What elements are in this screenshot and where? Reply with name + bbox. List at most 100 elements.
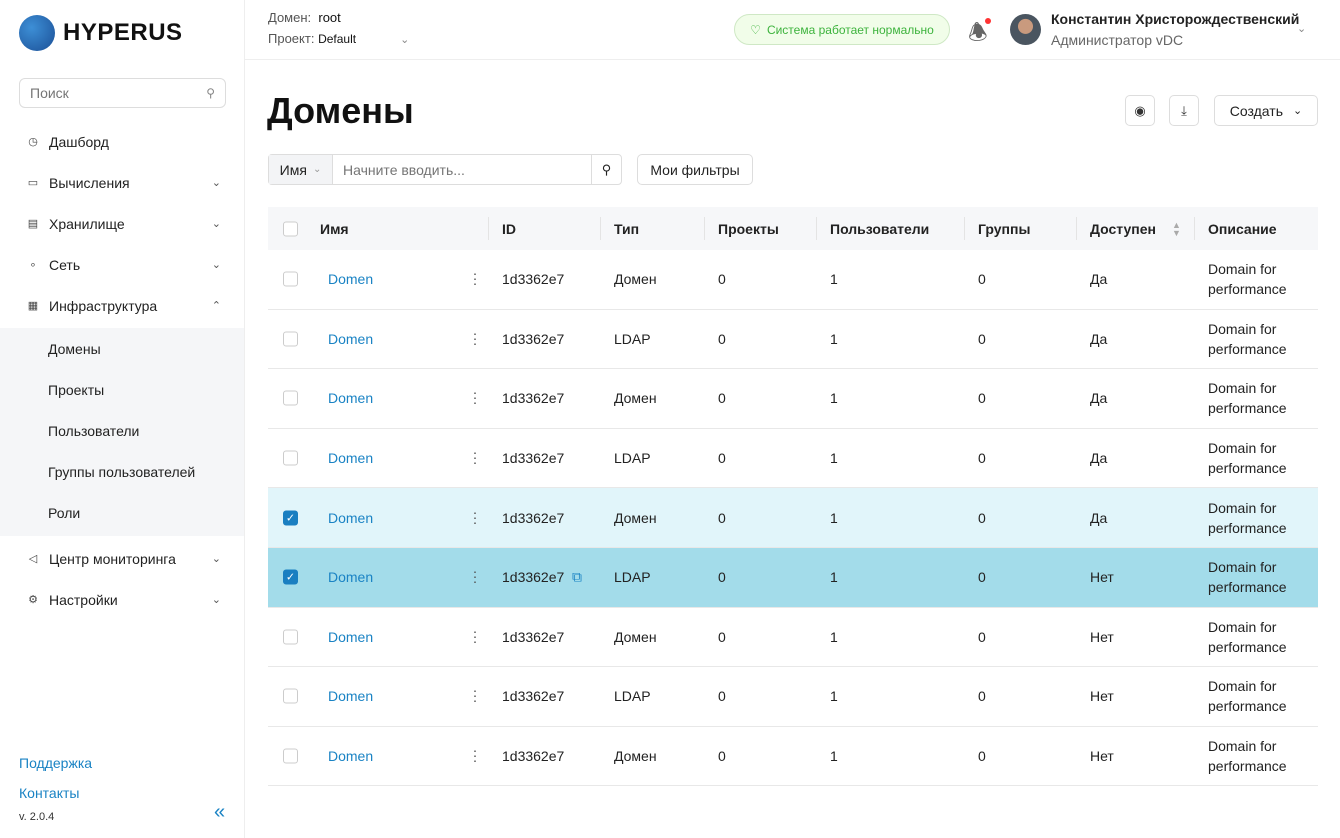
- description-line: performance: [1208, 460, 1287, 477]
- column-divider: [600, 217, 601, 240]
- row-checkbox[interactable]: ✓: [283, 569, 298, 585]
- description-line: performance: [1208, 400, 1287, 417]
- projects-cell: 0: [718, 450, 726, 467]
- filter-search-button[interactable]: ⚲: [592, 155, 621, 184]
- row-checkbox[interactable]: [283, 390, 298, 406]
- filter-input[interactable]: [333, 155, 592, 184]
- column-divider: [816, 217, 817, 240]
- sidebar-item[interactable]: ∘ Сеть ⌄: [0, 244, 245, 285]
- column-header: Тип: [614, 220, 640, 237]
- table-row[interactable]: Domen ⋮ 1d3362e7 Домен 0 1 0 Нет Domain …: [268, 608, 1318, 668]
- sidebar-subitem[interactable]: Пользователи: [0, 410, 244, 451]
- more-actions-icon[interactable]: ⋮: [468, 688, 482, 705]
- user-name[interactable]: Константин Христорождественский: [1051, 11, 1299, 27]
- table-row[interactable]: ✓ Domen ⋮ 1d3362e7 ⧉ LDAP 0 1 0 Нет Doma…: [268, 547, 1318, 608]
- description-line: performance: [1208, 579, 1287, 596]
- domain-name-link[interactable]: Domen: [328, 748, 373, 764]
- domain-name-link[interactable]: Domen: [328, 450, 373, 466]
- id-cell: 1d3362e7: [502, 450, 565, 467]
- copy-icon[interactable]: ⧉: [572, 569, 582, 586]
- domain-name-link[interactable]: Domen: [328, 569, 373, 585]
- project-selector[interactable]: Проект: Default ⌄: [268, 31, 409, 46]
- my-filters-button[interactable]: Мои фильтры: [637, 154, 753, 185]
- domain-name-link[interactable]: Domen: [328, 271, 373, 287]
- view-button[interactable]: ◉: [1125, 95, 1155, 126]
- description-cell: Domain for performance: [1208, 617, 1287, 657]
- sidebar-subitem[interactable]: Проекты: [0, 369, 244, 410]
- sidebar-item[interactable]: ⚙ Настройки ⌄: [0, 579, 245, 620]
- description-line: Domain for: [1208, 678, 1277, 695]
- row-checkbox[interactable]: [283, 331, 298, 347]
- row-checkbox[interactable]: [283, 629, 298, 645]
- available-cell: Да: [1090, 330, 1108, 347]
- table-row[interactable]: Domen ⋮ 1d3362e7 Домен 0 1 0 Да Domain f…: [268, 369, 1318, 429]
- more-actions-icon[interactable]: ⋮: [468, 450, 482, 467]
- domain-name-link[interactable]: Domen: [328, 688, 373, 704]
- contacts-link[interactable]: Контакты: [19, 785, 79, 801]
- column-divider: [1194, 217, 1195, 240]
- sidebar-search[interactable]: ⚲: [19, 78, 226, 108]
- projects-cell: 0: [718, 390, 726, 407]
- more-actions-icon[interactable]: ⋮: [468, 569, 482, 586]
- users-cell: 1: [830, 569, 838, 586]
- more-actions-icon[interactable]: ⋮: [468, 330, 482, 347]
- table-row[interactable]: ✓ Domen ⋮ 1d3362e7 Домен 0 1 0 Да Domain…: [268, 488, 1318, 548]
- more-actions-icon[interactable]: ⋮: [468, 748, 482, 765]
- domain-label: Домен:: [268, 10, 312, 25]
- domain-selector[interactable]: Домен: root: [268, 10, 341, 25]
- more-actions-icon[interactable]: ⋮: [468, 390, 482, 407]
- column-divider: [704, 217, 705, 240]
- table-row[interactable]: Domen ⋮ 1d3362e7 Домен 0 1 0 Да Domain f…: [268, 250, 1318, 310]
- support-link[interactable]: Поддержка: [19, 755, 92, 771]
- domain-name-link[interactable]: Domen: [328, 390, 373, 406]
- column-header: Имя: [320, 220, 349, 237]
- sidebar-item[interactable]: ▤ Хранилище ⌄: [0, 203, 245, 244]
- sidebar-item[interactable]: ◷ Дашборд: [0, 121, 245, 162]
- sidebar-item[interactable]: ▦ Инфраструктура ⌃: [0, 285, 245, 326]
- filter-field-select[interactable]: Имя ⌄: [269, 155, 333, 184]
- chevron-down-icon: ⌄: [211, 553, 221, 565]
- sidebar-item-label: Центр мониторинга: [49, 550, 176, 567]
- sidebar-subitem[interactable]: Домены: [0, 328, 244, 369]
- row-checkbox[interactable]: [283, 688, 298, 704]
- sort-icon[interactable]: ▲ ▼: [1172, 220, 1181, 237]
- more-actions-icon[interactable]: ⋮: [468, 628, 482, 645]
- notification-dot: [985, 18, 991, 24]
- table-row[interactable]: Domen ⋮ 1d3362e7 Домен 0 1 0 Нет Domain …: [268, 727, 1318, 787]
- table-row[interactable]: Domen ⋮ 1d3362e7 LDAP 0 1 0 Да Domain fo…: [268, 429, 1318, 489]
- collapse-sidebar-icon[interactable]: «: [214, 801, 225, 824]
- row-checkbox[interactable]: [283, 271, 298, 287]
- column-header[interactable]: Доступен: [1090, 221, 1156, 237]
- sidebar-item[interactable]: ◁ Центр мониторинга ⌄: [0, 538, 245, 579]
- row-checkbox[interactable]: [283, 748, 298, 764]
- table-row[interactable]: Domen ⋮ 1d3362e7 LDAP 0 1 0 Да Domain fo…: [268, 310, 1318, 370]
- more-actions-icon[interactable]: ⋮: [468, 509, 482, 526]
- sidebar-subitem[interactable]: Роли: [0, 492, 244, 533]
- megaphone-icon: ◁: [28, 553, 38, 565]
- row-checkbox[interactable]: ✓: [283, 510, 298, 526]
- chevron-down-icon[interactable]: ⌄: [1297, 22, 1306, 35]
- avatar[interactable]: [1010, 14, 1041, 45]
- logo[interactable]: HYPERUS: [19, 15, 183, 51]
- more-actions-icon[interactable]: ⋮: [468, 271, 482, 288]
- groups-cell: 0: [978, 628, 986, 645]
- system-status-badge: ♡ Система работает нормально: [734, 14, 950, 45]
- create-button[interactable]: Создать ⌄: [1214, 95, 1318, 126]
- row-checkbox[interactable]: [283, 450, 298, 466]
- select-all-checkbox[interactable]: [283, 221, 298, 236]
- table-row[interactable]: Domen ⋮ 1d3362e7 LDAP 0 1 0 Нет Domain f…: [268, 667, 1318, 727]
- status-text: Система работает нормально: [766, 22, 934, 37]
- sidebar-search-input[interactable]: [30, 85, 180, 101]
- sidebar-item[interactable]: ▭ Вычисления ⌄: [0, 162, 245, 203]
- type-cell: Домен: [614, 748, 657, 765]
- page-title: Домены: [267, 90, 414, 131]
- sidebar-subitem[interactable]: Группы пользователей: [0, 451, 244, 492]
- domain-name-link[interactable]: Domen: [328, 510, 373, 526]
- filter-bar: Имя ⌄ ⚲: [268, 154, 622, 185]
- domain-name-link[interactable]: Domen: [328, 331, 373, 347]
- domain-name-link[interactable]: Domen: [328, 629, 373, 645]
- user-role: Администратор vDC: [1051, 32, 1184, 48]
- download-button[interactable]: ⤓: [1169, 95, 1199, 126]
- id-cell: 1d3362e7: [502, 688, 565, 705]
- sidebar-item-label: Вычисления: [49, 174, 130, 191]
